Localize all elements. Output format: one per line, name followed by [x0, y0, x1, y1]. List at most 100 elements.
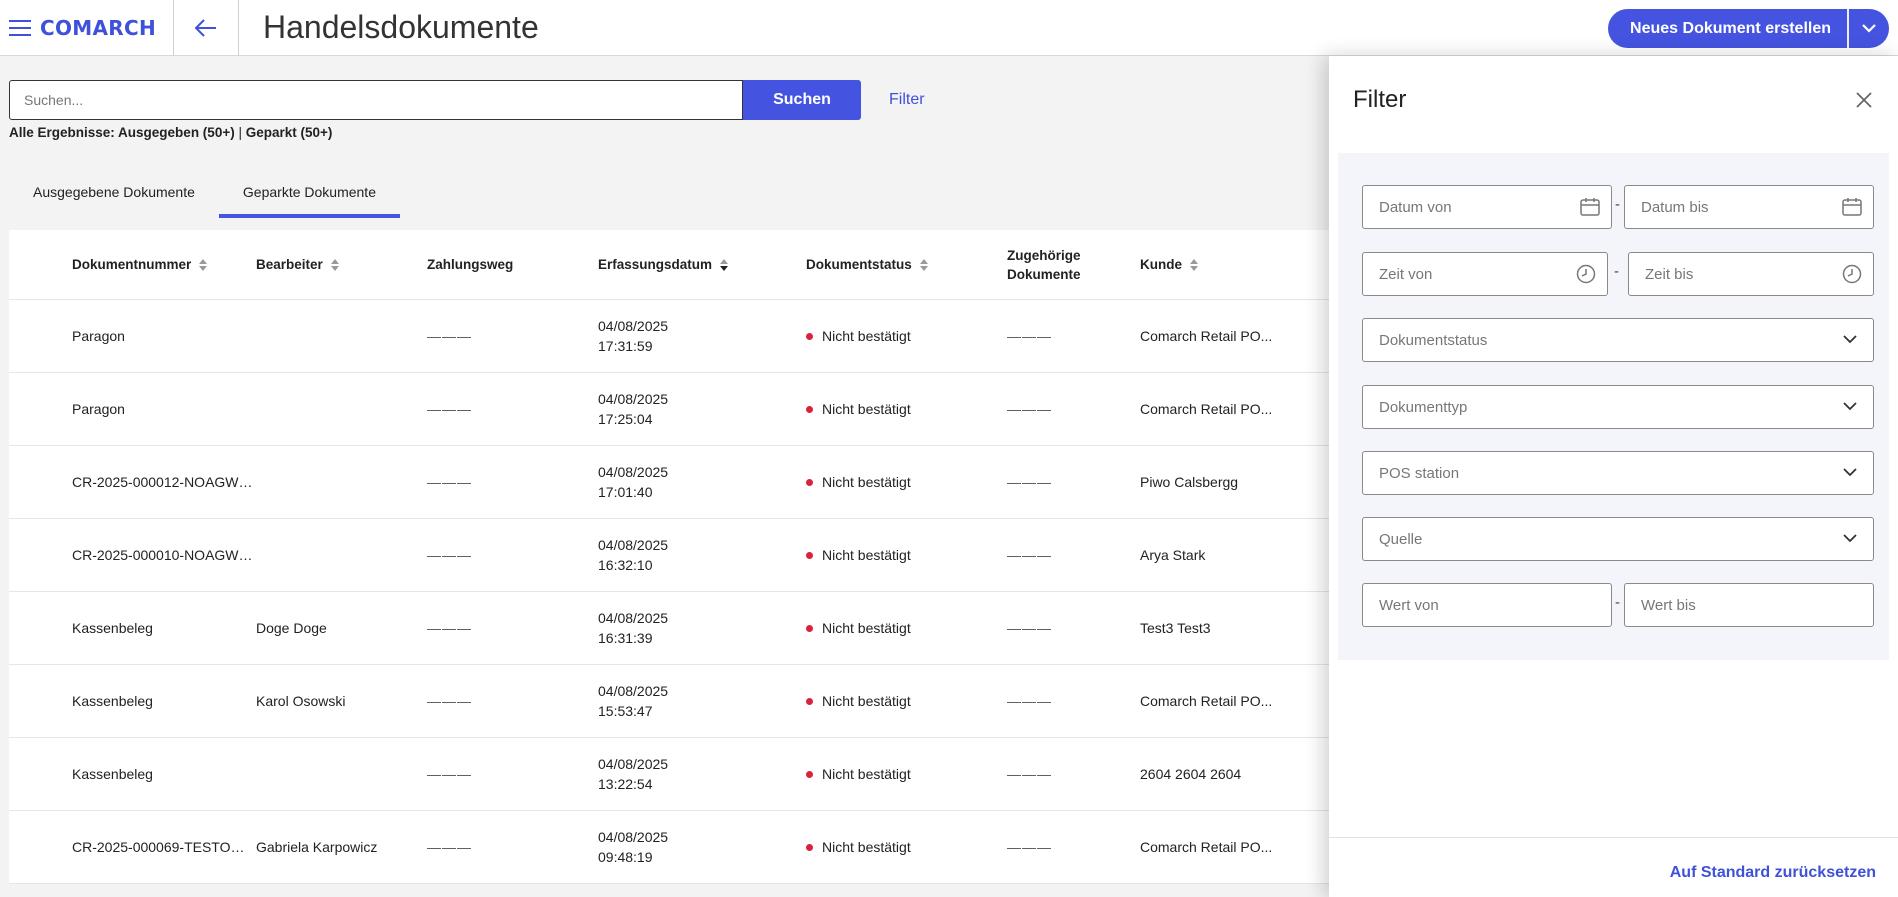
table-row[interactable]: Kassenbeleg ——— 04/08/2025 13:22:54 Nicht be…: [9, 738, 1329, 811]
column-header-label: Dokumentnummer: [72, 257, 192, 272]
status-label: Nicht bestätigt: [822, 693, 911, 709]
status-dot-icon: [806, 405, 813, 413]
column-header-related-documents: Zugehörige Dokumente: [1007, 246, 1140, 284]
results-separator: |: [234, 125, 246, 140]
column-header-label: Erfassungsdatum: [598, 257, 713, 272]
close-icon[interactable]: [1852, 88, 1876, 112]
date-to-field[interactable]: Datum bis: [1624, 185, 1874, 229]
search-button[interactable]: Suchen: [743, 80, 861, 120]
chevron-down-icon[interactable]: [1849, 9, 1889, 48]
date-from-field[interactable]: Datum von: [1362, 185, 1612, 229]
cell-editor: Doge Doge: [256, 620, 327, 636]
hamburger-menu-icon[interactable]: [0, 0, 40, 56]
chevron-down-icon: [1843, 468, 1857, 477]
value-from-placeholder: Wert von: [1379, 596, 1439, 614]
table-row[interactable]: Kassenbeleg Doge Doge ——— 04/08/2025 16:31:3…: [9, 592, 1329, 665]
sort-descending-icon: [720, 258, 729, 271]
date-to-placeholder: Datum bis: [1641, 198, 1709, 216]
comarch-logo[interactable]: COMARCH: [40, 16, 173, 40]
chevron-down-icon: [1843, 534, 1857, 543]
table-row[interactable]: Paragon ——— 04/08/2025 17:31:59 Nicht bestät…: [9, 300, 1329, 373]
clock-icon[interactable]: [1575, 263, 1597, 285]
range-separator: -: [1615, 196, 1620, 213]
column-header-customer[interactable]: Kunde: [1140, 257, 1329, 272]
status-label: Nicht bestätigt: [822, 401, 911, 417]
cell-status: Nicht bestätigt: [806, 618, 1007, 638]
documents-table: Dokumentnummer Bearbeiter Zahlungsweg Er…: [9, 230, 1329, 884]
document-status-placeholder: Dokumentstatus: [1379, 331, 1488, 349]
pos-station-select[interactable]: POS station: [1362, 451, 1874, 495]
cell-date: 04/08/2025 17:25:04: [598, 389, 806, 429]
status-label: Nicht bestätigt: [822, 766, 911, 782]
column-header-date[interactable]: Erfassungsdatum: [598, 257, 806, 272]
table-row[interactable]: CR-2025-000012-NOAGWEBPO... ——— 04/08/2025…: [9, 446, 1329, 519]
table-row[interactable]: Kassenbeleg Karol Osowski ——— 04/08/2025 15:…: [9, 665, 1329, 738]
calendar-icon[interactable]: [1841, 196, 1863, 218]
sort-icon: [330, 258, 339, 271]
table-row[interactable]: CR-2025-000010-NOAGWEBPO... ——— 04/08/2025…: [9, 519, 1329, 592]
cell-payment: ———: [427, 766, 472, 782]
cell-document-number: Kassenbeleg: [72, 620, 153, 636]
new-document-button[interactable]: Neues Dokument erstellen: [1608, 9, 1847, 48]
document-type-select[interactable]: Dokumenttyp: [1362, 385, 1874, 429]
range-separator: -: [1614, 263, 1619, 280]
cell-date: 04/08/2025 13:22:54: [598, 754, 806, 794]
filter-link[interactable]: Filter: [889, 91, 925, 109]
page-title: Handelsdokumente: [263, 9, 539, 45]
cell-related-documents: ———: [1007, 474, 1052, 490]
document-status-select[interactable]: Dokumentstatus: [1362, 318, 1874, 362]
filter-panel: Filter Datum von - Datum bis Zeit von - …: [1329, 56, 1898, 897]
cell-date-value: 04/08/2025: [598, 610, 669, 626]
cell-time-value: 16:32:10: [598, 557, 653, 573]
results-summary: Alle Ergebnisse: Ausgegeben (50+) | Gepa…: [9, 125, 332, 140]
cell-date-value: 04/08/2025: [598, 391, 669, 407]
sort-icon: [199, 258, 208, 271]
clock-icon[interactable]: [1841, 263, 1863, 285]
cell-time-value: 15:53:47: [598, 703, 653, 719]
value-from-field[interactable]: Wert von: [1362, 583, 1612, 627]
cell-payment: ———: [427, 474, 472, 490]
cell-date-value: 04/08/2025: [598, 683, 669, 699]
cell-status: Nicht bestätigt: [806, 472, 1007, 492]
cell-payment: ———: [427, 693, 472, 709]
cell-related-documents: ———: [1007, 693, 1052, 709]
cell-payment: ———: [427, 547, 472, 563]
column-header-status[interactable]: Dokumentstatus: [806, 257, 1007, 272]
cell-editor: Gabriela Karpowicz: [256, 839, 378, 855]
filter-panel-footer: Auf Standard zurücksetzen: [1329, 837, 1898, 897]
search-input[interactable]: [9, 80, 743, 120]
status-label: Nicht bestätigt: [822, 474, 911, 490]
pos-station-placeholder: POS station: [1379, 464, 1460, 482]
cell-status: Nicht bestätigt: [806, 837, 1007, 857]
table-row[interactable]: Paragon ——— 04/08/2025 17:25:04 Nicht bestät…: [9, 373, 1329, 446]
column-header-document-number[interactable]: Dokumentnummer: [9, 257, 256, 272]
tab-parked-documents[interactable]: Geparkte Dokumente: [218, 176, 400, 218]
time-from-field[interactable]: Zeit von: [1362, 252, 1608, 296]
tab-issued-documents[interactable]: Ausgegebene Dokumente: [9, 176, 219, 218]
cell-document-number: CR-2025-000069-TESTOWE5-R: [72, 839, 256, 855]
status-label: Nicht bestätigt: [822, 328, 911, 344]
column-header-label: Dokumentstatus: [806, 257, 912, 272]
source-select[interactable]: Quelle: [1362, 517, 1874, 561]
status-label: Nicht bestätigt: [822, 547, 911, 563]
cell-time-value: 17:31:59: [598, 338, 653, 354]
reset-to-default-link[interactable]: Auf Standard zurücksetzen: [1670, 864, 1876, 882]
range-separator: -: [1615, 594, 1620, 611]
cell-document-number: Kassenbeleg: [72, 766, 153, 782]
value-to-field[interactable]: Wert bis: [1624, 583, 1874, 627]
back-arrow-icon[interactable]: [174, 0, 238, 56]
cell-date-value: 04/08/2025: [598, 756, 669, 772]
status-dot-icon: [806, 770, 813, 778]
column-header-label: Kunde: [1140, 257, 1182, 272]
time-to-field[interactable]: Zeit bis: [1628, 252, 1874, 296]
status-dot-icon: [806, 551, 813, 559]
cell-date: 04/08/2025 17:01:40: [598, 462, 806, 502]
time-to-placeholder: Zeit bis: [1645, 265, 1694, 283]
cell-related-documents: ———: [1007, 328, 1052, 344]
cell-editor: Karol Osowski: [256, 693, 346, 709]
table-row[interactable]: CR-2025-000069-TESTOWE5-R Gabriela Karpow…: [9, 811, 1329, 884]
column-header-label: Bearbeiter: [256, 257, 323, 272]
column-header-editor[interactable]: Bearbeiter: [256, 257, 427, 272]
cell-customer: Comarch Retail PO...: [1140, 693, 1273, 709]
calendar-icon[interactable]: [1579, 196, 1601, 218]
